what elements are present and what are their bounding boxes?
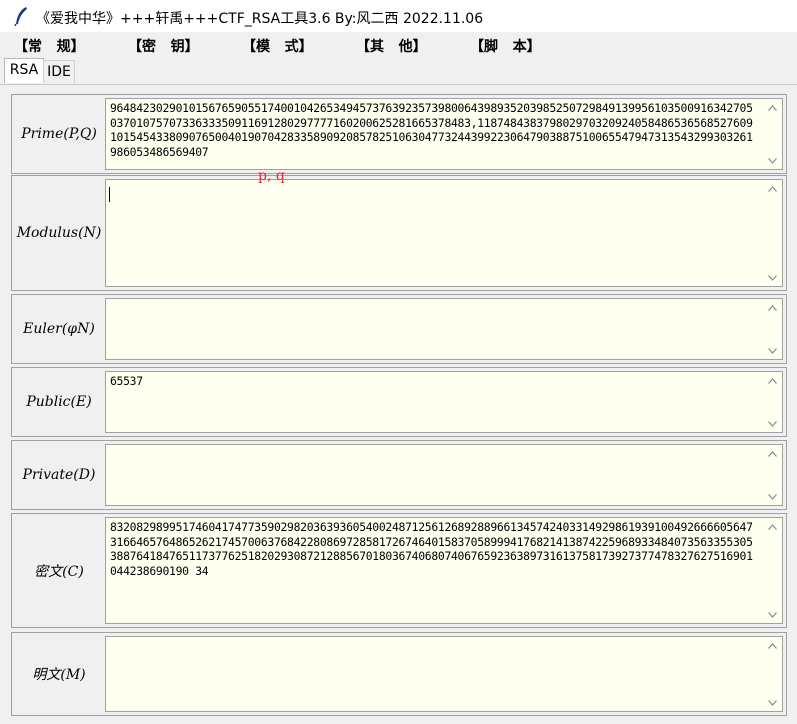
modulus-textarea[interactable]	[105, 179, 783, 287]
euler-textarea[interactable]	[105, 298, 783, 360]
menu-script[interactable]: 【脚 本】	[470, 36, 541, 56]
title-bar: 《爱我中华》+++轩禹+++CTF_RSA工具3.6 By:风二西 2022.1…	[0, 0, 797, 32]
hint-annotation: p, q	[258, 168, 285, 184]
chevron-up-icon[interactable]	[764, 518, 781, 535]
euler-row: Euler(φN)	[11, 294, 787, 364]
window-title: 《爱我中华》+++轩禹+++CTF_RSA工具3.6 By:风二西 2022.1…	[36, 11, 484, 27]
prime-value: 9648423029010156765905517400104265349457…	[110, 101, 753, 159]
chevron-down-icon[interactable]	[764, 152, 781, 169]
chevron-down-icon[interactable]	[764, 488, 781, 505]
euler-scrollbar[interactable]	[763, 299, 782, 359]
menu-general[interactable]: 【常 规】	[14, 36, 85, 56]
chevron-up-icon[interactable]	[764, 299, 781, 316]
modulus-scrollbar[interactable]	[763, 180, 782, 286]
public-textarea[interactable]: 65537	[105, 371, 783, 433]
prime-label: Prime(P,Q)	[21, 126, 97, 142]
menu-keys[interactable]: 【密 钥】	[128, 36, 199, 56]
plaintext-scrollbar[interactable]	[763, 637, 782, 711]
ciphertext-value: 8320829899517460417477359029820363936054…	[110, 520, 753, 578]
prime-scrollbar[interactable]	[763, 99, 782, 169]
chevron-up-icon[interactable]	[764, 99, 781, 116]
feather-pen-icon	[14, 7, 27, 26]
ciphertext-row: 密文(C) 8320829899517460417477359029820363…	[11, 513, 787, 628]
menu-bar: 【常 规】 【密 钥】 【模 式】 【其 他】 【脚 本】	[0, 33, 797, 57]
prime-row: Prime(P,Q) 96484230290101567659055174001…	[11, 94, 787, 174]
public-value: 65537	[110, 374, 143, 388]
public-scrollbar[interactable]	[763, 372, 782, 432]
chevron-up-icon[interactable]	[764, 180, 781, 197]
rsa-panel: Prime(P,Q) 96484230290101567659055174001…	[0, 84, 797, 724]
chevron-down-icon[interactable]	[764, 415, 781, 432]
ciphertext-scrollbar[interactable]	[763, 518, 782, 623]
text-caret	[109, 187, 110, 202]
chevron-down-icon[interactable]	[764, 606, 781, 623]
chevron-down-icon[interactable]	[764, 269, 781, 286]
tab-rsa[interactable]: RSA	[4, 58, 44, 83]
private-scrollbar[interactable]	[763, 445, 782, 505]
private-textarea[interactable]	[105, 444, 783, 506]
chevron-up-icon[interactable]	[764, 637, 781, 654]
private-row: Private(D)	[11, 440, 787, 510]
chevron-up-icon[interactable]	[764, 372, 781, 389]
chevron-down-icon[interactable]	[764, 694, 781, 711]
chevron-up-icon[interactable]	[764, 445, 781, 462]
chevron-down-icon[interactable]	[764, 342, 781, 359]
tab-strip: RSA IDE	[0, 58, 797, 84]
public-row: Public(E) 65537	[11, 367, 787, 437]
public-label: Public(E)	[26, 394, 92, 410]
plaintext-label: 明文(M)	[32, 667, 86, 683]
tab-ide[interactable]: IDE	[43, 60, 75, 83]
menu-mode[interactable]: 【模 式】	[242, 36, 313, 56]
plaintext-textarea[interactable]	[105, 636, 783, 712]
modulus-row: Modulus(N)	[11, 175, 787, 291]
plaintext-row: 明文(M)	[11, 632, 787, 716]
menu-other[interactable]: 【其 他】	[356, 36, 427, 56]
ciphertext-label: 密文(C)	[34, 563, 84, 580]
private-label: Private(D)	[22, 467, 96, 483]
euler-label: Euler(φN)	[23, 321, 95, 337]
ciphertext-textarea[interactable]: 8320829899517460417477359029820363936054…	[105, 517, 783, 624]
prime-textarea[interactable]: 9648423029010156765905517400104265349457…	[105, 98, 783, 170]
modulus-label: Modulus(N)	[16, 225, 102, 241]
